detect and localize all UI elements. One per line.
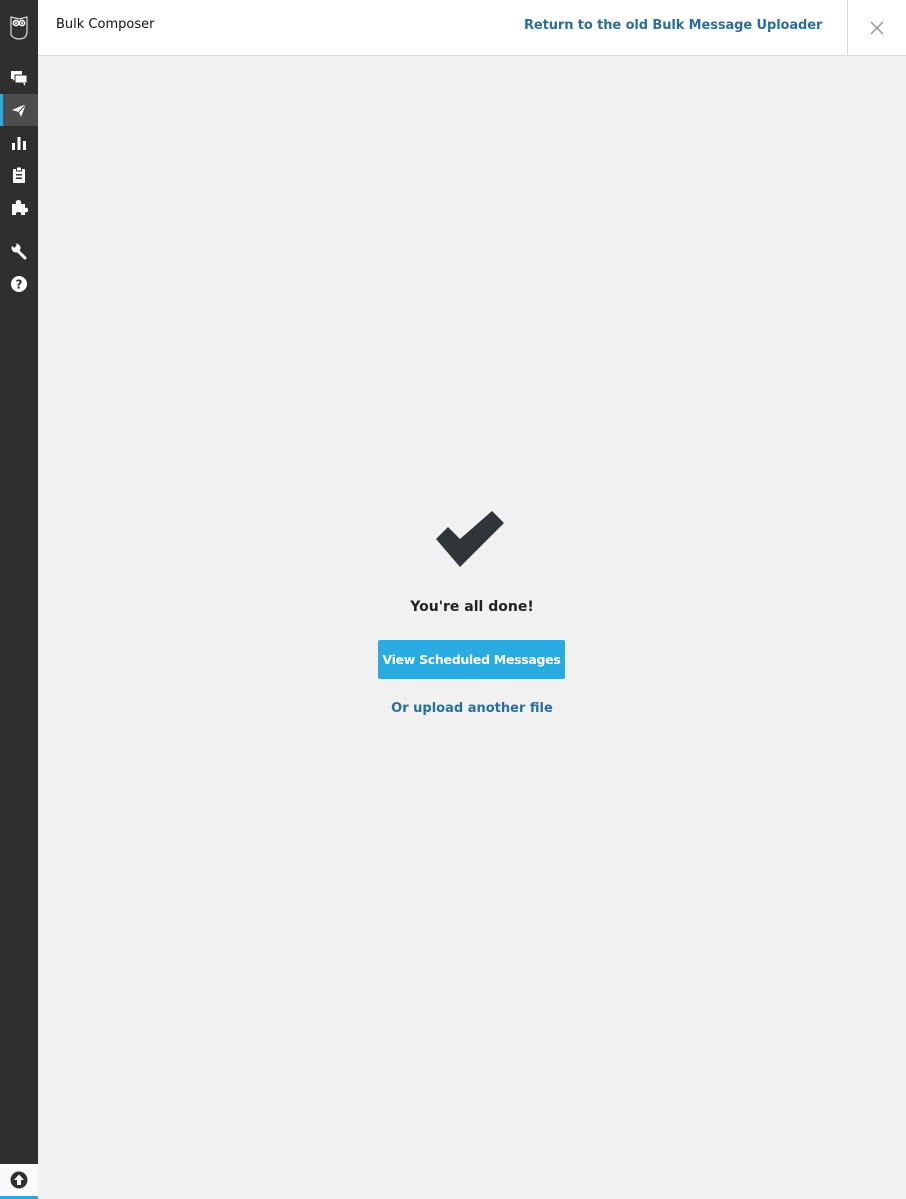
sidebar-item-streams[interactable] — [0, 62, 38, 94]
wrench-icon — [11, 242, 27, 260]
upload-button[interactable] — [0, 1164, 38, 1199]
bar-chart-icon — [12, 137, 26, 150]
puzzle-piece-icon — [12, 200, 28, 215]
close-icon — [870, 20, 884, 35]
sidebar-item-tools[interactable] — [0, 235, 38, 267]
upload-another-file-link[interactable]: Or upload another file — [38, 701, 906, 716]
return-old-uploader-link[interactable]: Return to the old Bulk Message Uploader — [524, 18, 822, 33]
chat-bubbles-icon — [11, 71, 28, 86]
clipboard-icon — [13, 166, 25, 183]
sidebar-item-analytics[interactable] — [0, 127, 38, 159]
sidebar-item-assignments[interactable] — [0, 159, 38, 191]
close-button[interactable] — [847, 0, 906, 55]
owl-logo-icon[interactable] — [0, 0, 38, 55]
sidebar: ? — [0, 0, 38, 1199]
view-scheduled-messages-button[interactable]: View Scheduled Messages — [378, 640, 565, 679]
svg-text:?: ? — [16, 278, 23, 292]
page-title: Bulk Composer — [56, 17, 155, 32]
header: Bulk Composer Return to the old Bulk Mes… — [38, 0, 906, 56]
success-message: You're all done! — [410, 599, 534, 615]
question-circle-icon: ? — [11, 276, 27, 292]
paper-plane-icon — [12, 103, 27, 117]
upload-arrow-icon — [10, 1171, 28, 1189]
sidebar-item-help[interactable]: ? — [0, 268, 38, 300]
sidebar-item-publisher[interactable] — [0, 94, 38, 126]
checkmark-icon — [436, 511, 504, 567]
sidebar-item-apps[interactable] — [0, 191, 38, 223]
main-content: You're all done! View Scheduled Messages… — [38, 56, 906, 1199]
